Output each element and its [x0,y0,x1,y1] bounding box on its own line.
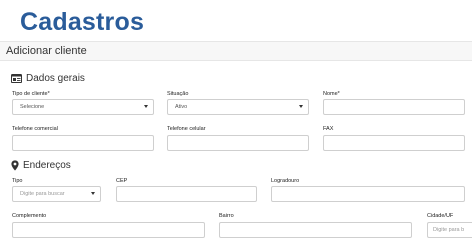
cidade-uf-input[interactable]: Digite para b [427,222,472,238]
label-tipo-cliente: Tipo de cliente* [12,91,50,97]
label-situacao: Situação [167,91,189,97]
label-complemento: Complemento [12,213,47,219]
chevron-down-icon [91,192,95,195]
id-card-icon [11,74,22,83]
label-fax: FAX [323,126,334,132]
situacao-select[interactable]: Ativo [167,99,309,115]
label-telefone-celular: Telefone celular [167,126,206,132]
label-bairro: Bairro [219,213,234,219]
logradouro-input[interactable] [271,186,465,202]
cep-input[interactable] [116,186,257,202]
cidade-uf-placeholder: Digite para b [433,227,465,233]
tipo-cliente-value: Selecione [20,104,45,110]
section-title-enderecos: Endereços [23,160,71,171]
section-title-dados-gerais: Dados gerais [26,73,85,84]
label-nome: Nome* [323,91,340,97]
page-title: Cadastros [20,8,145,36]
map-marker-icon [11,160,19,171]
card-header: Adicionar cliente [0,41,472,61]
tipo-cliente-select[interactable]: Selecione [12,99,154,115]
label-logradouro: Logradouro [271,178,300,184]
tipo-select[interactable]: Digite para buscar [12,186,101,202]
card-title: Adicionar cliente [6,45,87,57]
telefone-comercial-input[interactable] [12,135,154,151]
chevron-down-icon [144,105,148,108]
label-cep: CEP [116,178,128,184]
label-tipo: Tipo [12,178,23,184]
section-enderecos: Endereços [11,160,71,171]
complemento-input[interactable] [12,222,205,238]
telefone-celular-input[interactable] [167,135,309,151]
chevron-down-icon [299,105,303,108]
tipo-placeholder: Digite para buscar [20,191,65,197]
section-dados-gerais: Dados gerais [11,73,85,84]
situacao-value: Ativo [175,104,188,110]
label-cidade-uf: Cidade/UF [427,213,454,219]
label-telefone-comercial: Telefone comercial [12,126,58,132]
bairro-input[interactable] [219,222,412,238]
nome-input[interactable] [323,99,465,115]
fax-input[interactable] [323,135,465,151]
